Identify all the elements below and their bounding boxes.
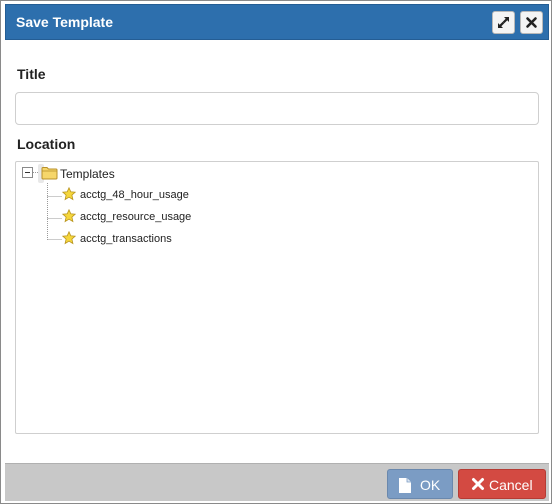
save-template-dialog: Save Template Title Location Templates a…: [0, 0, 552, 504]
dialog-footer: OK Cancel: [5, 463, 549, 501]
location-label: Location: [17, 136, 76, 152]
tree-root-label: Templates: [60, 167, 115, 181]
star-icon: [62, 209, 76, 223]
star-icon: [62, 187, 76, 201]
tree-item-label: acctg_resource_usage: [80, 211, 192, 223]
dialog-title: Save Template: [16, 14, 114, 30]
location-tree[interactable]: Templates acctg_48_hour_usage acctg_reso…: [15, 161, 539, 434]
cancel-button[interactable]: Cancel: [458, 469, 546, 499]
tree-item-label: acctg_transactions: [80, 233, 172, 245]
maximize-button[interactable]: [492, 11, 515, 34]
tree-item-label: acctg_48_hour_usage: [80, 189, 189, 201]
ok-label: OK: [420, 477, 441, 493]
close-x-icon: [526, 17, 537, 28]
close-x-icon: [472, 478, 484, 490]
title-label: Title: [17, 66, 46, 82]
tree-root-templates[interactable]: Templates: [38, 164, 115, 183]
star-icon: [62, 231, 76, 245]
document-icon: [399, 478, 411, 493]
title-input[interactable]: [15, 92, 539, 125]
cancel-label: Cancel: [489, 477, 533, 493]
dialog-titlebar[interactable]: Save Template: [5, 4, 549, 40]
folder-icon: [41, 167, 58, 180]
close-button[interactable]: [520, 11, 543, 34]
ok-button[interactable]: OK: [387, 469, 453, 499]
expand-arrows-icon: [498, 17, 509, 28]
collapse-toggle-icon[interactable]: [22, 167, 33, 178]
